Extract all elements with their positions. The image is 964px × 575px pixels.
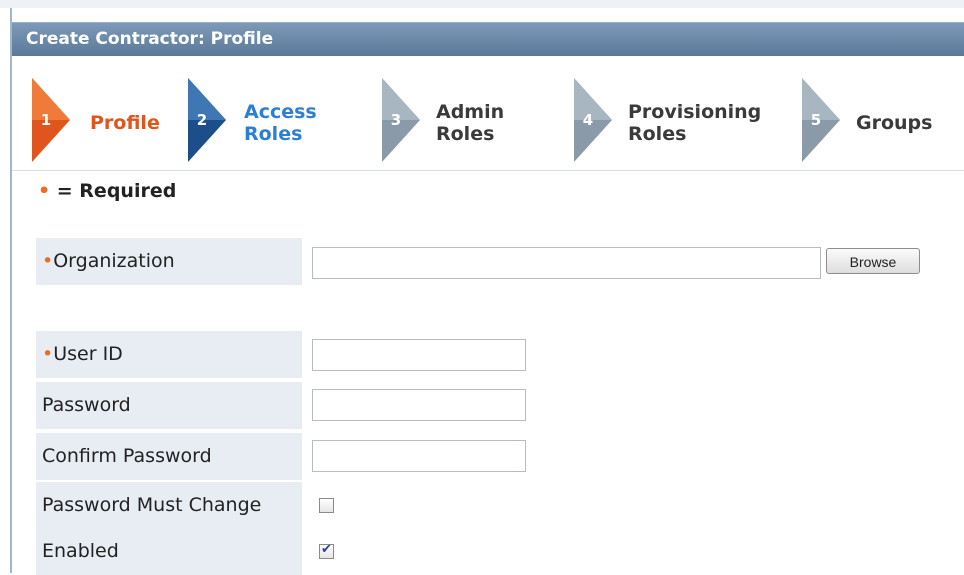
step-2-number: 2 (196, 111, 208, 129)
user-id-label: •User ID (36, 331, 302, 378)
step-4-number: 4 (582, 111, 594, 129)
step-3-label: Admin Roles (436, 101, 505, 145)
confirm-password-input[interactable] (312, 440, 526, 472)
enabled-label: Enabled (36, 528, 302, 575)
checkmark-icon: ✔ (321, 542, 332, 557)
organization-label-text: Organization (53, 250, 175, 272)
step-1-number: 1 (40, 111, 52, 129)
organization-row: •Organization Browse (36, 238, 964, 285)
step-2-label: Access Roles (244, 101, 317, 145)
confirm-password-label: Confirm Password (36, 433, 302, 480)
wizard-divider (12, 170, 964, 171)
required-legend: • = Required (38, 180, 176, 202)
password-label: Password (36, 382, 302, 429)
wizard-step-admin-roles[interactable]: 3 Admin Roles (382, 78, 562, 168)
confirm-password-row: Confirm Password (36, 433, 964, 480)
wizard-step-provisioning-roles[interactable]: 4 Provisioning Roles (574, 78, 794, 168)
user-id-input[interactable] (312, 339, 526, 371)
organization-required-marker: • (42, 250, 54, 272)
step-5-label: Groups (856, 112, 933, 134)
top-strip (0, 0, 964, 8)
browse-button[interactable]: Browse (826, 248, 920, 274)
step-1-label: Profile (90, 112, 160, 134)
password-input[interactable] (312, 389, 526, 421)
organization-input[interactable] (312, 247, 821, 279)
wizard-step-access-roles[interactable]: 2 Access Roles (188, 78, 368, 168)
enabled-row: Enabled ✔ (36, 528, 964, 575)
user-id-label-text: User ID (53, 343, 123, 365)
password-must-change-row: Password Must Change (36, 482, 964, 529)
step-5-number: 5 (810, 111, 822, 129)
enabled-checkbox[interactable]: ✔ (319, 542, 334, 559)
password-row: Password (36, 382, 964, 429)
user-id-required-marker: • (42, 343, 54, 365)
page-title: Create Contractor: Profile (26, 29, 274, 49)
required-text: = Required (50, 180, 177, 202)
wizard-step-groups[interactable]: 5 Groups (802, 78, 962, 168)
wizard-steps: 1 Profile 2 Access Roles 3 Admin Roles 4… (12, 70, 964, 170)
password-must-change-checkbox[interactable] (319, 498, 334, 513)
page-header: Create Contractor: Profile (12, 22, 964, 56)
user-id-row: •User ID (36, 331, 964, 378)
password-must-change-label: Password Must Change (36, 482, 302, 529)
step-3-number: 3 (390, 111, 402, 129)
wizard-step-profile[interactable]: 1 Profile (32, 78, 182, 168)
organization-label: •Organization (36, 238, 302, 285)
required-marker: • (38, 180, 51, 202)
step-4-label: Provisioning Roles (628, 101, 762, 145)
